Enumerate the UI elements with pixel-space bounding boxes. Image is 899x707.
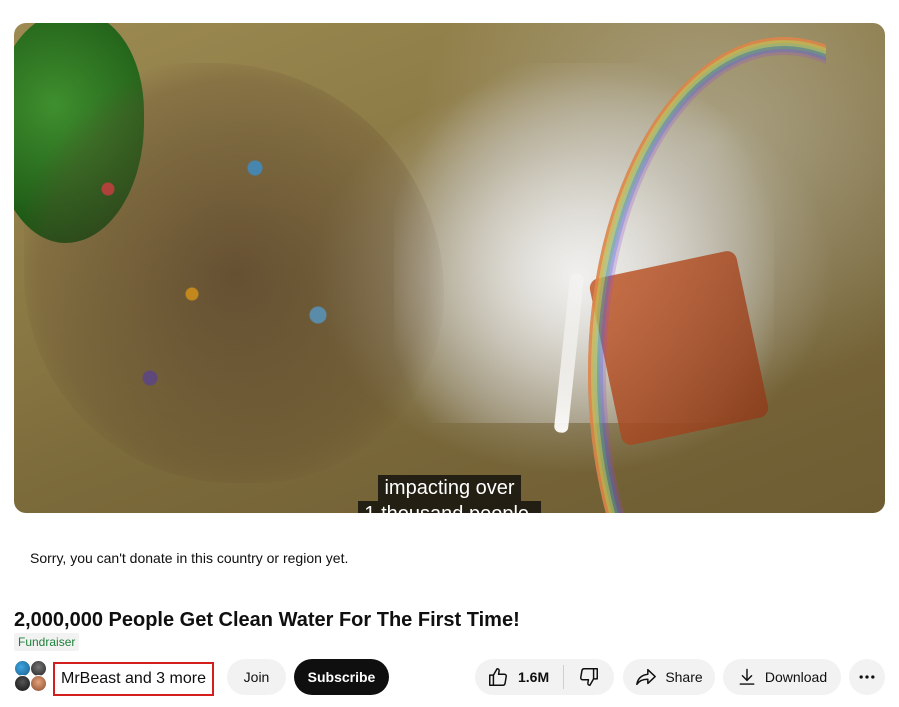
- caption-line-2: 1 thousand people.: [358, 501, 541, 513]
- channel-avatars[interactable]: [14, 660, 48, 692]
- download-label: Download: [764, 669, 828, 685]
- join-button[interactable]: Join: [227, 659, 286, 695]
- download-button[interactable]: Download: [723, 659, 841, 695]
- caption-line-1: impacting over: [378, 475, 521, 501]
- more-actions-button[interactable]: [849, 659, 885, 695]
- share-button[interactable]: Share: [623, 659, 715, 695]
- avatar: [14, 675, 31, 692]
- fundraiser-badge: Fundraiser: [14, 633, 80, 651]
- channel-collaborators-link[interactable]: MrBeast and 3 more: [53, 662, 214, 696]
- video-frame-crowd: [24, 63, 444, 483]
- dislike-button[interactable]: [564, 659, 614, 695]
- share-label: Share: [665, 669, 703, 685]
- video-title: 2,000,000 People Get Clean Water For The…: [14, 609, 520, 631]
- download-icon: [737, 667, 757, 687]
- thumbs-up-icon: [487, 666, 509, 688]
- video-caption: impacting over 1 thousand people.: [14, 475, 885, 513]
- video-action-row: MrBeast and 3 more Join Subscribe 1.6M S…: [0, 656, 899, 696]
- avatar: [30, 675, 47, 692]
- like-count: 1.6M: [518, 669, 550, 685]
- subscribe-button[interactable]: Subscribe: [294, 659, 389, 695]
- thumbs-down-icon: [578, 666, 600, 688]
- donation-notice: Sorry, you can't donate in this country …: [30, 550, 349, 566]
- like-dislike-bar: 1.6M: [475, 659, 614, 695]
- share-arrow-icon: [635, 666, 657, 688]
- video-player[interactable]: impacting over 1 thousand people.: [14, 23, 885, 513]
- like-button[interactable]: 1.6M: [475, 659, 563, 695]
- more-horizontal-icon: [857, 667, 877, 687]
